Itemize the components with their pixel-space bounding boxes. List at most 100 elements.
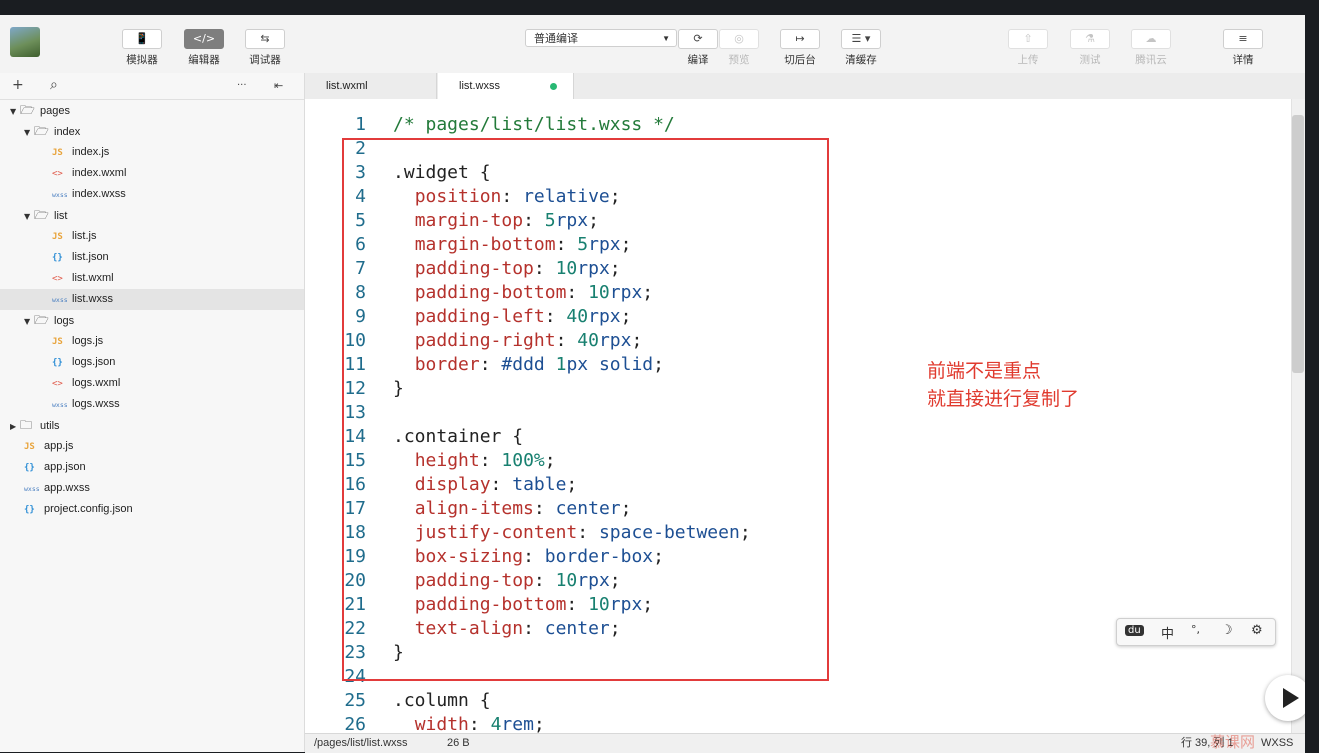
status-bar: /pages/list/list.wxss 26 B 行 39, 列 1 WXS… (305, 733, 1305, 753)
test-button[interactable]: ⚗ 测试 (1069, 29, 1111, 67)
code-line[interactable]: 1 /* pages/list/list.wxss */ (305, 113, 1291, 137)
code-text: height: 100%; (414, 450, 556, 471)
wxss-file-icon: wxss (52, 401, 68, 409)
tree-item-label: app.wxss (44, 482, 90, 494)
tree-item-label: logs.js (72, 335, 104, 347)
code-line[interactable]: 6 margin-bottom: 5rpx; (305, 233, 1291, 257)
code-line[interactable]: 12} (305, 377, 1291, 401)
code-line[interactable]: 5 margin-top: 5rpx; (305, 209, 1291, 233)
file-item[interactable]: <> index.wxml (0, 163, 304, 184)
ime-toolbar[interactable]: du 中 °, ☽ ⚙ (1116, 618, 1276, 646)
code-line[interactable]: 14 .container { (305, 425, 1291, 449)
clear-cache-button[interactable]: ☰ ▾ 清缓存 (840, 29, 882, 67)
debug-icon: ⇆ (245, 29, 285, 49)
code-line[interactable]: 10 padding-right: 40rpx; (305, 329, 1291, 353)
compile-button[interactable]: ⟳ 编译 (677, 29, 719, 67)
code-text: padding-bottom: 10rpx; (414, 282, 654, 303)
chevron-down-icon[interactable]: ▼ (10, 101, 20, 122)
code-text: width: 4rem; (414, 714, 545, 733)
tree-item-label: logs.wxss (72, 398, 120, 410)
code-text: .column { (393, 690, 491, 711)
file-item[interactable]: <> list.wxml (0, 268, 304, 289)
file-item[interactable]: wxss logs.wxss (0, 394, 304, 415)
code-line[interactable]: 13 (305, 401, 1291, 425)
code-line[interactable]: 8 padding-bottom: 10rpx; (305, 281, 1291, 305)
file-item[interactable]: wxss index.wxss (0, 184, 304, 205)
folder-icon: 🗀 (20, 418, 33, 432)
more-icon[interactable]: ··· (237, 80, 247, 91)
code-line[interactable]: 24 (305, 665, 1291, 689)
file-item[interactable]: <> logs.wxml (0, 373, 304, 394)
code-line[interactable]: 21 padding-bottom: 10rpx; (305, 593, 1291, 617)
file-item[interactable]: {} project.config.json (0, 499, 304, 520)
chevron-down-icon[interactable]: ▼ (24, 122, 34, 143)
code-line[interactable]: 18 justify-content: space-between; (305, 521, 1291, 545)
code-line[interactable]: 26 width: 4rem; (305, 713, 1291, 733)
code-line[interactable]: 7 padding-top: 10rpx; (305, 257, 1291, 281)
user-avatar[interactable] (10, 27, 40, 57)
gear-icon[interactable]: ⚙ (1251, 623, 1263, 638)
code-line[interactable]: 19 box-sizing: border-box; (305, 545, 1291, 569)
line-number: 15 (344, 450, 366, 471)
punctuation-icon[interactable]: °, (1191, 623, 1200, 636)
code-line[interactable]: 15 height: 100%; (305, 449, 1291, 473)
code-line[interactable]: 16 display: table; (305, 473, 1291, 497)
tree-item-label: index.js (72, 146, 110, 158)
chevron-right-icon[interactable]: ▶ (10, 416, 20, 437)
code-line[interactable]: 11 border: #ddd 1px solid; (305, 353, 1291, 377)
editor-scrollbar-thumb[interactable] (1292, 115, 1304, 373)
tab-list-wxss[interactable]: list.wxss (438, 73, 574, 100)
debugger-button[interactable]: ⇆ 调试器 (244, 29, 286, 67)
folder-item[interactable]: ▼ 🗁 pages (0, 100, 304, 121)
file-item[interactable]: JS list.js (0, 226, 304, 247)
folder-item[interactable]: ▶ 🗀 utils (0, 415, 304, 436)
file-item[interactable]: JS logs.js (0, 331, 304, 352)
compile-mode-select[interactable]: 普通编译 ▼ (525, 29, 677, 47)
status-language[interactable]: WXSS (1261, 734, 1293, 753)
tab-list-wxml[interactable]: list.wxml (305, 73, 437, 99)
file-explorer: + ⌕ ··· ⇤ ▼ 🗁 pages ▼ 🗁 index JS index.js <> inde… (0, 73, 305, 752)
background-button[interactable]: ↦ 切后台 (779, 29, 821, 67)
code-line[interactable]: 17 align-items: center; (305, 497, 1291, 521)
chevron-down-icon[interactable]: ▼ (24, 311, 34, 332)
file-item[interactable]: {} app.json (0, 457, 304, 478)
tree-item-label: index.wxss (72, 188, 126, 200)
search-icon[interactable]: ⌕ (50, 77, 58, 93)
code-line[interactable]: 9 padding-left: 40rpx; (305, 305, 1291, 329)
add-icon[interactable]: + (12, 77, 24, 93)
code-icon: </> (184, 29, 224, 49)
code-line[interactable]: 25 .column { (305, 689, 1291, 713)
code-line[interactable]: 3 .widget { (305, 161, 1291, 185)
ime-lang-toggle[interactable]: 中 (1161, 623, 1174, 642)
line-number: 25 (344, 690, 366, 711)
code-line[interactable]: 4 position: relative; (305, 185, 1291, 209)
annotation-line: 就直接进行复制了 (927, 388, 1080, 410)
chevron-down-icon[interactable]: ▼ (24, 206, 34, 227)
details-button[interactable]: ≡ 详情 (1222, 29, 1264, 67)
folder-item[interactable]: ▼ 🗁 index (0, 121, 304, 142)
file-item[interactable]: wxss app.wxss (0, 478, 304, 499)
file-item[interactable]: JS app.js (0, 436, 304, 457)
tree-item-label: list (54, 210, 68, 222)
simulator-button[interactable]: 📱 模拟器 (121, 29, 163, 67)
collapse-sidebar-icon[interactable]: ⇤ (274, 79, 283, 92)
folder-item[interactable]: ▼ 🗁 logs (0, 310, 304, 331)
tencent-cloud-button[interactable]: ☁ 腾讯云 (1130, 29, 1172, 67)
file-item[interactable]: wxss list.wxss (0, 289, 304, 310)
upload-button[interactable]: ⇧ 上传 (1007, 29, 1049, 67)
code-line[interactable]: 20 padding-top: 10rpx; (305, 569, 1291, 593)
file-item[interactable]: {} logs.json (0, 352, 304, 373)
moon-icon[interactable]: ☽ (1221, 623, 1233, 638)
line-number: 19 (344, 546, 366, 567)
line-number: 11 (344, 354, 366, 375)
xml-file-icon: <> (52, 379, 63, 389)
preview-button[interactable]: ◎ 预览 (718, 29, 760, 67)
line-number: 14 (344, 426, 366, 447)
file-item[interactable]: JS index.js (0, 142, 304, 163)
ime-logo-icon[interactable]: du (1125, 625, 1144, 636)
file-item[interactable]: {} list.json (0, 247, 304, 268)
folder-item[interactable]: ▼ 🗁 list (0, 205, 304, 226)
editor-button[interactable]: </> 编辑器 (183, 29, 225, 67)
code-text: justify-content: space-between; (414, 522, 751, 543)
code-line[interactable]: 2 (305, 137, 1291, 161)
